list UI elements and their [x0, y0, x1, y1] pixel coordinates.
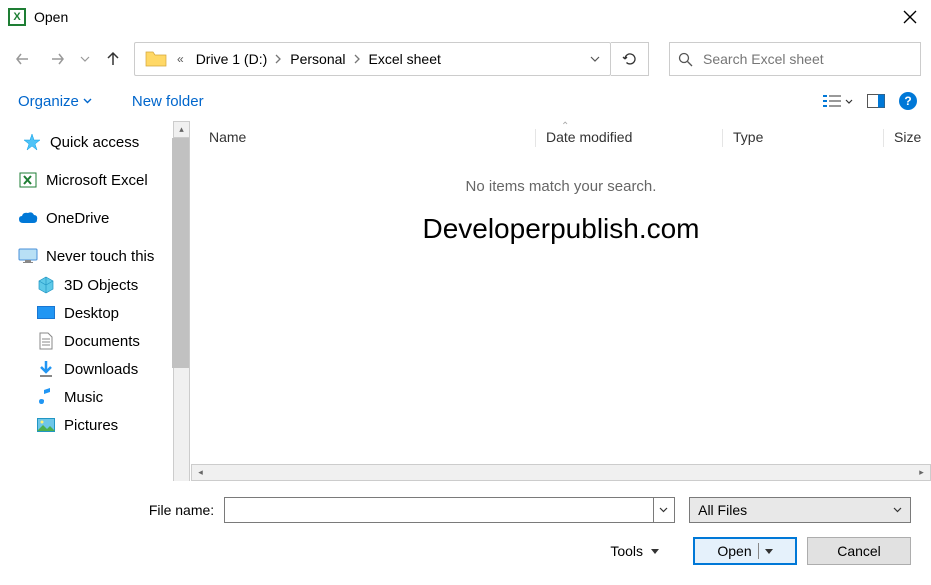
sidebar-item-label: Never touch this	[46, 248, 154, 265]
breadcrumb-segment[interactable]: Personal	[284, 47, 351, 71]
search-input[interactable]: Search Excel sheet	[669, 42, 921, 76]
column-header-type[interactable]: Type	[733, 129, 883, 147]
sidebar-item-label: OneDrive	[46, 210, 109, 227]
star-icon	[22, 133, 42, 151]
cancel-button[interactable]: Cancel	[807, 537, 911, 565]
sidebar-item-label: Microsoft Excel	[46, 172, 148, 189]
sidebar-scrollbar-track[interactable]	[173, 138, 190, 481]
sidebar-item-3d-objects[interactable]: 3D Objects	[0, 271, 190, 299]
column-header-date[interactable]: Date modified	[546, 129, 722, 147]
desktop-icon	[36, 304, 56, 322]
close-icon[interactable]	[903, 10, 917, 24]
chevron-down-icon	[83, 98, 92, 104]
window-title: Open	[34, 9, 903, 25]
sort-indicator-icon: ⌃	[561, 121, 569, 132]
folder-icon	[145, 50, 167, 68]
recent-dropdown-icon[interactable]	[78, 46, 92, 72]
file-type-filter-label: All Files	[698, 502, 893, 518]
sidebar-item-onedrive[interactable]: OneDrive	[0, 203, 190, 233]
sidebar-item-pictures[interactable]: Pictures	[0, 411, 190, 439]
chevron-right-icon[interactable]	[354, 54, 361, 64]
sidebar-item-label: Documents	[64, 333, 140, 350]
search-placeholder: Search Excel sheet	[703, 51, 824, 67]
refresh-button[interactable]	[611, 42, 649, 76]
sidebar-item-quick-access[interactable]: Quick access	[0, 127, 190, 157]
preview-pane-icon	[867, 94, 885, 108]
sidebar-item-this-pc[interactable]: Never touch this	[0, 241, 190, 271]
titlebar: X Open	[0, 0, 931, 34]
sidebar-item-downloads[interactable]: Downloads	[0, 355, 190, 383]
document-icon	[36, 332, 56, 350]
tools-menu[interactable]: Tools	[610, 543, 659, 559]
view-options-button[interactable]	[823, 94, 853, 108]
cube-icon	[36, 276, 56, 294]
sidebar: ▴ Quick access Microsoft Excel OneDrive …	[0, 121, 190, 481]
sidebar-item-excel[interactable]: Microsoft Excel	[0, 165, 190, 195]
excel-app-icon: X	[8, 8, 26, 26]
scroll-up-button[interactable]: ▴	[173, 121, 190, 138]
sidebar-item-label: Downloads	[64, 361, 138, 378]
download-icon	[36, 360, 56, 378]
content-area: ▴ Quick access Microsoft Excel OneDrive …	[0, 121, 931, 481]
scroll-left-button[interactable]: ◂	[192, 465, 209, 480]
pictures-icon	[36, 416, 56, 434]
sidebar-item-label: Quick access	[50, 134, 139, 151]
address-bar[interactable]: « Drive 1 (D:) Personal Excel sheet	[134, 42, 611, 76]
sidebar-item-desktop[interactable]: Desktop	[0, 299, 190, 327]
sidebar-scrollbar-thumb[interactable]	[172, 138, 189, 368]
onedrive-icon	[18, 209, 38, 227]
organize-label: Organize	[18, 93, 79, 110]
sidebar-item-music[interactable]: Music	[0, 383, 190, 411]
open-button[interactable]: Open	[693, 537, 797, 565]
address-dropdown-icon[interactable]	[590, 56, 600, 62]
horizontal-scrollbar[interactable]: ◂ ▸	[191, 464, 931, 481]
chevron-down-icon	[765, 549, 773, 554]
forward-button[interactable]	[44, 46, 70, 72]
up-button[interactable]	[100, 46, 126, 72]
help-button[interactable]: ?	[899, 92, 917, 110]
open-button-label: Open	[717, 543, 751, 559]
filename-input[interactable]	[224, 497, 654, 523]
file-type-filter[interactable]: All Files	[689, 497, 911, 523]
breadcrumb-segment[interactable]: Excel sheet	[363, 47, 447, 71]
sidebar-item-documents[interactable]: Documents	[0, 327, 190, 355]
chevron-down-icon	[893, 507, 902, 513]
preview-pane-button[interactable]	[867, 94, 885, 108]
chevron-right-icon[interactable]	[275, 54, 282, 64]
bottom-panel: File name: All Files Tools Open Cancel	[0, 481, 931, 575]
organize-menu[interactable]: Organize	[18, 93, 92, 110]
chevron-down-icon	[845, 99, 853, 104]
view-icon	[823, 94, 841, 108]
column-header-size[interactable]: Size	[894, 129, 921, 147]
navigation-row: « Drive 1 (D:) Personal Excel sheet Sear…	[0, 34, 931, 86]
sidebar-item-label: Pictures	[64, 417, 118, 434]
back-button[interactable]	[10, 46, 36, 72]
excel-icon	[18, 171, 38, 189]
new-folder-button[interactable]: New folder	[132, 93, 204, 110]
breadcrumb-segment[interactable]: Drive 1 (D:)	[190, 47, 274, 71]
toolbar: Organize New folder ?	[0, 86, 931, 121]
sidebar-item-label: 3D Objects	[64, 277, 138, 294]
scroll-right-button[interactable]: ▸	[913, 465, 930, 480]
chevron-down-icon	[651, 549, 659, 554]
sidebar-item-label: Music	[64, 389, 103, 406]
filename-label: File name:	[20, 502, 224, 518]
search-icon	[678, 52, 693, 67]
empty-message: No items match your search.	[191, 178, 931, 195]
file-list-pane: ⌃ Name Date modified Type Size No items …	[190, 121, 931, 481]
sidebar-item-label: Desktop	[64, 305, 119, 322]
monitor-icon	[18, 247, 38, 265]
breadcrumb-root-icon[interactable]: «	[177, 52, 184, 66]
filename-dropdown-button[interactable]	[654, 497, 675, 523]
column-header-name[interactable]: Name	[209, 129, 535, 147]
music-icon	[36, 388, 56, 406]
tools-label: Tools	[610, 543, 643, 559]
watermark-text: Developerpublish.com	[191, 213, 931, 245]
